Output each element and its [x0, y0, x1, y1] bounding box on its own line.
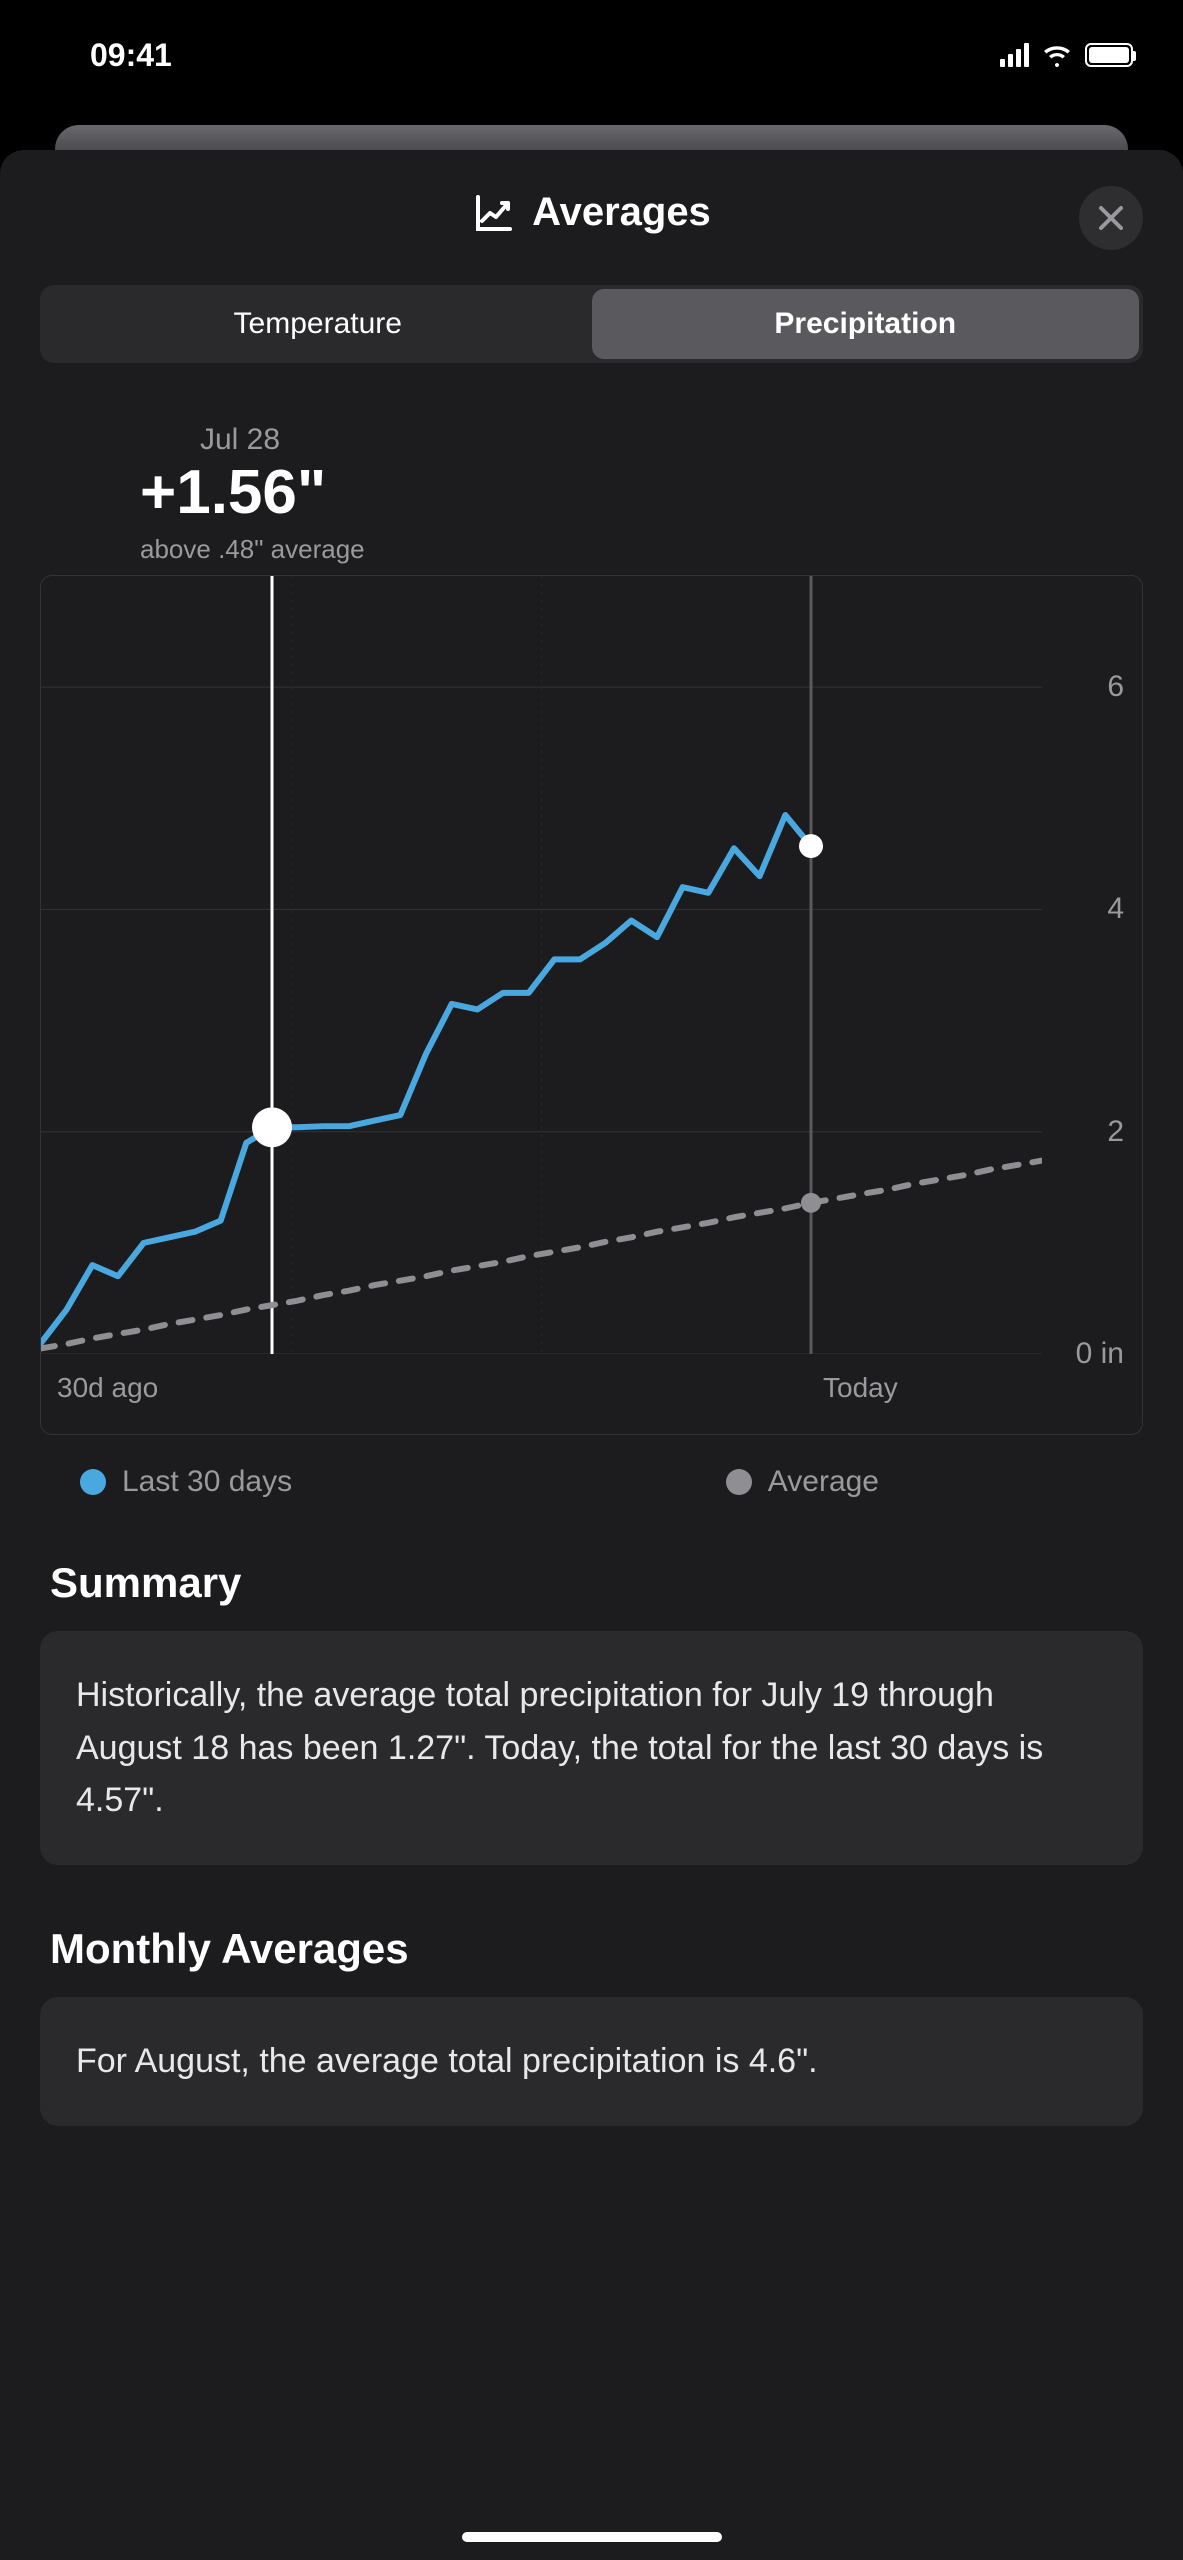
- callout-date: Jul 28: [140, 423, 340, 457]
- home-indicator[interactable]: [462, 2532, 722, 2542]
- x-label-start: 30d ago: [57, 1372, 158, 1404]
- y-tick-label: 4: [1107, 892, 1124, 926]
- legend-label: Average: [768, 1465, 879, 1499]
- legend-dot-icon: [80, 1469, 106, 1495]
- chart-y-axis: 0 in246: [1042, 576, 1142, 1354]
- battery-icon: [1085, 43, 1133, 67]
- callout-value: +1.56": [140, 457, 1143, 528]
- x-label-today: Today: [823, 1372, 898, 1404]
- averages-sheet: Averages Temperature Precipitation Jul 2…: [0, 150, 1183, 2560]
- status-bar: 09:41: [0, 0, 1183, 100]
- cellular-signal-icon: [1000, 43, 1029, 67]
- legend-item-average: Average: [726, 1465, 879, 1499]
- monthly-card: For August, the average total precipitat…: [40, 1997, 1143, 2126]
- legend-item-last30: Last 30 days: [80, 1465, 292, 1499]
- segmented-control: Temperature Precipitation: [40, 285, 1143, 363]
- legend-label: Last 30 days: [122, 1465, 292, 1499]
- monthly-heading: Monthly Averages: [50, 1925, 1133, 1973]
- chart-x-axis: 30d ago Today: [41, 1354, 1042, 1434]
- status-icons: [1000, 43, 1133, 67]
- summary-card: Historically, the average total precipit…: [40, 1631, 1143, 1865]
- monthly-text: For August, the average total precipitat…: [76, 2042, 818, 2080]
- y-tick-label: 0 in: [1076, 1337, 1124, 1371]
- chart-svg: [41, 576, 1042, 1354]
- sheet-header: Averages: [0, 150, 1183, 265]
- close-icon: [1097, 204, 1125, 232]
- tab-temperature[interactable]: Temperature: [44, 289, 592, 359]
- chart-legend: Last 30 days Average: [80, 1465, 1103, 1499]
- y-tick-label: 2: [1107, 1115, 1124, 1149]
- tab-precipitation[interactable]: Precipitation: [592, 289, 1140, 359]
- legend-dot-icon: [726, 1469, 752, 1495]
- status-time: 09:41: [90, 37, 172, 74]
- chart-line-icon: [472, 191, 516, 235]
- callout-subtitle: above .48" average: [140, 534, 1143, 565]
- sheet-title: Averages: [532, 190, 711, 235]
- chart-callout: Jul 28 +1.56" above .48" average: [140, 423, 1143, 565]
- y-tick-label: 6: [1107, 670, 1124, 704]
- wifi-icon: [1041, 43, 1073, 67]
- chart-plot[interactable]: [41, 576, 1042, 1354]
- chart-section: Jul 28 +1.56" above .48" average 0 in 2 4 6…: [40, 423, 1143, 1499]
- close-button[interactable]: [1079, 186, 1143, 250]
- chart-box[interactable]: 0 in 2 4 6 30d ago Today: [40, 575, 1143, 1435]
- summary-text: Historically, the average total precipit…: [76, 1676, 1043, 1819]
- summary-heading: Summary: [50, 1559, 1133, 1607]
